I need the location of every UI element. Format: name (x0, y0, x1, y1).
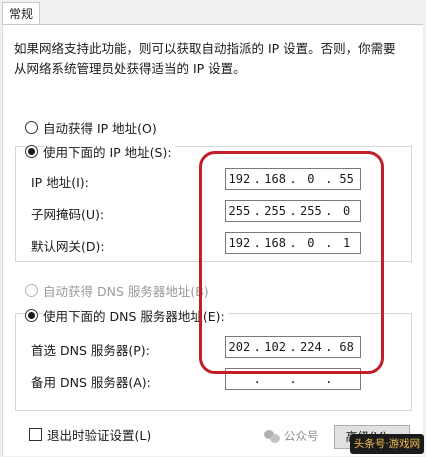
alternate-dns-label: 备用 DNS 服务器(A): (31, 375, 151, 390)
radio-auto-dns[interactable] (25, 284, 38, 297)
tcpip-properties-window: 常规 如果网络支持此功能，则可以获取自动指派的 IP 设置。否则，你需要从网络系… (0, 0, 426, 457)
description-text: 如果网络支持此功能，则可以获取自动指派的 IP 设置。否则，你需要从网络系统管理… (14, 41, 396, 76)
radio-manual-ip[interactable] (25, 145, 38, 158)
radio-auto-ip[interactable] (25, 121, 38, 134)
watermark-text: 公众号 (284, 429, 319, 443)
manual-ip-label: 使用下面的 IP 地址(S): (43, 142, 175, 161)
highlight-annotation (199, 151, 384, 374)
auto-ip-label: 自动获得 IP 地址(O) (43, 121, 157, 136)
validate-label: 退出时验证设置(L) (47, 428, 152, 443)
ip-address-label: IP 地址(I): (31, 175, 89, 190)
auto-dns-label: 自动获得 DNS 服务器地址(B) (43, 284, 209, 299)
radio-manual-dns[interactable] (25, 309, 38, 322)
watermark: 公众号 (264, 428, 319, 444)
wechat-icon (264, 429, 280, 443)
subnet-mask-label: 子网掩码(U): (31, 207, 105, 222)
tab-general[interactable]: 常规 (2, 2, 41, 25)
preferred-dns-label: 首选 DNS 服务器(P): (31, 343, 150, 358)
validate-checkbox[interactable] (29, 428, 42, 441)
brand-logo: 头条号·游戏网 (350, 434, 424, 454)
gateway-label: 默认网关(D): (31, 239, 105, 254)
